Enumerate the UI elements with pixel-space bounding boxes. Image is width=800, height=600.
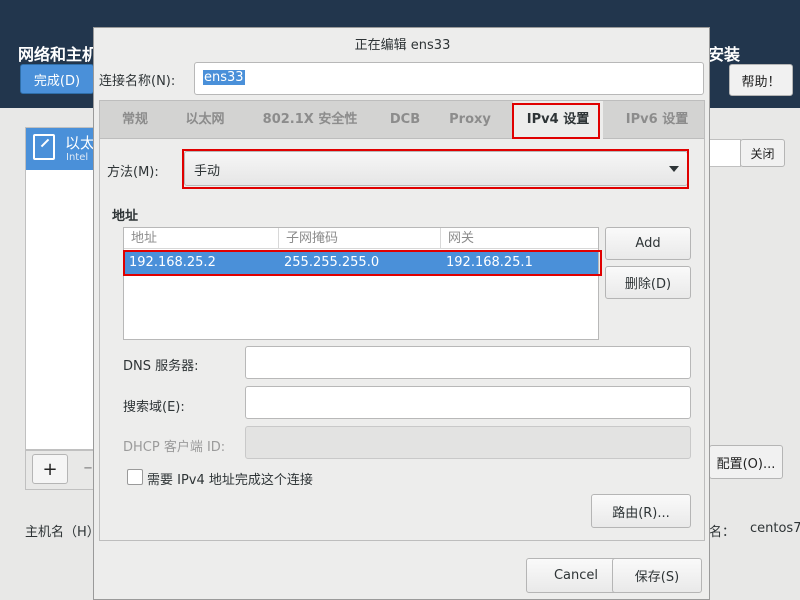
method-label: 方法(M): [107,165,159,180]
connection-name-label: 连接名称(N): [99,74,176,89]
routes-button[interactable]: 路由(R)... [591,494,691,528]
require-ipv4-label[interactable]: 需要 IPv4 地址完成这个连接 [147,469,313,488]
ethernet-icon [33,134,55,160]
configure-button[interactable]: 配置(O)... [709,445,783,479]
network-device-sublabel: Intel [66,152,89,163]
settings-tabs: 常规 以太网 802.1X 安全性 DCB Proxy IPv4 设置 IPv6… [99,100,705,139]
current-hostname-value: centos7 [750,521,800,536]
tab-proxy[interactable]: Proxy [435,101,505,139]
current-hostname-label: 名： [709,525,736,540]
installer-title: 网络和主机 [18,45,99,64]
dns-servers-input[interactable] [245,346,691,379]
dns-servers-label: DNS 服务器: [123,359,199,374]
search-domains-input[interactable] [245,386,691,419]
connection-name-input[interactable]: ens33 [194,62,704,95]
tab-8021x-security[interactable]: 802.1X 安全性 [240,101,380,139]
installer-title-right: 安装 [708,45,741,64]
netmask-cell: 255.255.255.0 [284,255,380,270]
column-header-netmask[interactable]: 子网掩码 [279,228,441,249]
tab-dcb[interactable]: DCB [380,101,430,139]
table-row[interactable]: 192.168.25.2 255.255.255.0 192.168.25.1 [124,250,598,275]
done-button[interactable]: 完成(D) [20,64,94,94]
help-button[interactable]: 帮助！ [729,64,793,96]
column-header-gateway[interactable]: 网关 [441,228,598,249]
dhcp-client-id-label: DHCP 客户端 ID: [123,440,226,455]
device-off-button[interactable]: 关闭 [740,139,785,167]
dhcp-client-id-input [245,426,691,459]
dialog-title: 正在编辑 ens33 [354,38,451,53]
address-cell: 192.168.25.2 [129,255,216,270]
tab-ethernet[interactable]: 以太网 [170,101,240,139]
method-select[interactable]: 手动 [184,151,688,186]
add-device-button[interactable]: + [32,454,68,484]
tab-ipv6-settings[interactable]: IPv6 设置 [610,101,704,139]
require-ipv4-checkbox[interactable] [127,469,143,485]
edit-connection-dialog: 正在编辑 ens33 连接名称(N): ens33 常规 以太网 802.1X … [93,27,710,600]
address-heading: 地址 [112,209,139,224]
column-header-address[interactable]: 地址 [124,228,279,249]
hostname-label: 主机名（H） [25,525,100,540]
tab-ipv4-settings[interactable]: IPv4 设置 [513,101,603,139]
gateway-cell: 192.168.25.1 [446,255,533,270]
connection-name-value: ens33 [203,70,245,85]
network-device-label: 以太 [65,134,96,152]
dropdown-arrow-icon [669,166,679,172]
tab-general[interactable]: 常规 [100,101,170,139]
save-button[interactable]: 保存(S) [612,558,702,593]
method-value: 手动 [194,164,221,179]
cancel-button[interactable]: Cancel [526,558,626,593]
add-address-button[interactable]: Add [605,227,691,260]
network-device-list [25,127,97,450]
address-table: 地址 子网掩码 网关 192.168.25.2 255.255.255.0 19… [123,227,599,340]
search-domains-label: 搜索域(E): [123,400,185,415]
delete-address-button[interactable]: 删除(D) [605,266,691,299]
